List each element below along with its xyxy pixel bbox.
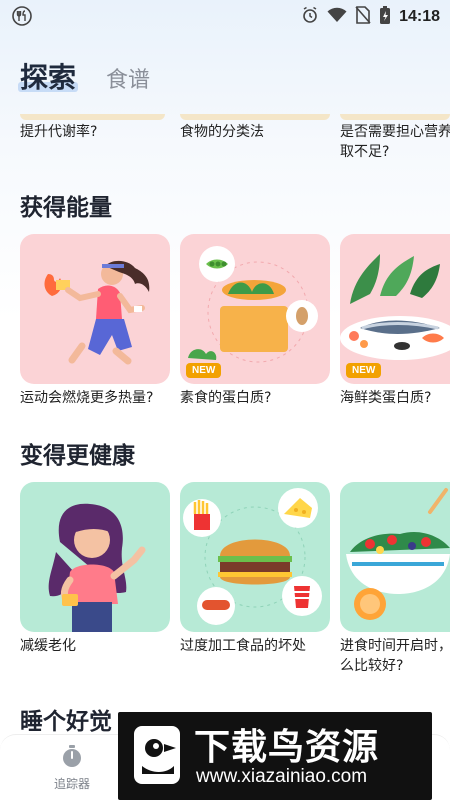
wifi-icon xyxy=(327,7,347,27)
article-card-edge[interactable] xyxy=(180,114,330,120)
article-card-vegetarian-protein[interactable]: NEW xyxy=(180,234,330,384)
article-title[interactable]: 素食的蛋白质? xyxy=(180,388,330,408)
article-card-slow-aging[interactable] xyxy=(20,482,170,632)
status-time: 14:18 xyxy=(399,8,440,25)
running-woman-illustration xyxy=(44,260,150,365)
article-title[interactable]: 运动会燃烧更多热量? xyxy=(20,388,170,408)
article-title[interactable]: 是否需要担心营养摄 取不足? xyxy=(340,122,450,162)
no-sim-icon xyxy=(355,6,371,28)
restaurant-icon xyxy=(12,6,32,26)
section-title-healthier: 变得更健康 xyxy=(20,443,135,469)
seafood-illustration xyxy=(340,254,450,360)
nav-label: 追踪器 xyxy=(53,777,90,791)
tab-recipes[interactable]: 食谱 xyxy=(106,62,150,94)
article-title[interactable]: 食物的分类法 xyxy=(180,122,264,142)
status-bar: 14:18 xyxy=(0,0,450,32)
watermark-url: www.xiazainiao.com xyxy=(196,766,368,787)
nav-item-tracker[interactable]: 追踪器 xyxy=(48,743,96,792)
watermark-title: 下载鸟资源 xyxy=(194,727,380,768)
new-badge: NEW xyxy=(346,363,382,378)
article-card-edge[interactable] xyxy=(20,114,165,120)
alarm-icon xyxy=(301,6,319,28)
watermark-banner: 下载鸟资源 www.xiazainiao.com xyxy=(118,712,432,800)
article-card-seafood-protein[interactable]: NEW xyxy=(340,234,450,384)
woman-illustration xyxy=(48,503,146,632)
article-title[interactable]: 过度加工食品的坏处 xyxy=(180,636,330,656)
article-card-exercise[interactable] xyxy=(20,234,170,384)
article-title[interactable]: 海鲜类蛋白质? xyxy=(340,388,450,408)
section-title-sleep: 睡个好觉 xyxy=(20,709,112,735)
header-tabs: 探索 食谱 xyxy=(17,56,150,96)
article-card-eating-window[interactable] xyxy=(340,482,450,632)
new-badge: NEW xyxy=(186,363,222,378)
fast-food-illustration xyxy=(183,488,322,625)
section-title-energy: 获得能量 xyxy=(20,195,112,221)
article-title[interactable]: 提升代谢率? xyxy=(20,122,97,142)
article-card-edge[interactable] xyxy=(340,114,450,120)
tab-explore[interactable]: 探索 xyxy=(17,56,79,96)
top-article-row: 提升代谢率? 食物的分类法 是否需要担心营养摄 取不足? xyxy=(0,108,450,168)
article-card-processed-food[interactable] xyxy=(180,482,330,632)
bird-logo xyxy=(128,722,186,788)
battery-charging-icon xyxy=(379,5,391,29)
salad-bowl-illustration xyxy=(346,488,450,620)
stopwatch-icon xyxy=(63,745,81,767)
article-title[interactable]: 进食时间开启时，吃什 么比较好? xyxy=(340,636,450,676)
vegetarian-food-illustration xyxy=(188,246,318,363)
article-title[interactable]: 减缓老化 xyxy=(20,636,170,656)
